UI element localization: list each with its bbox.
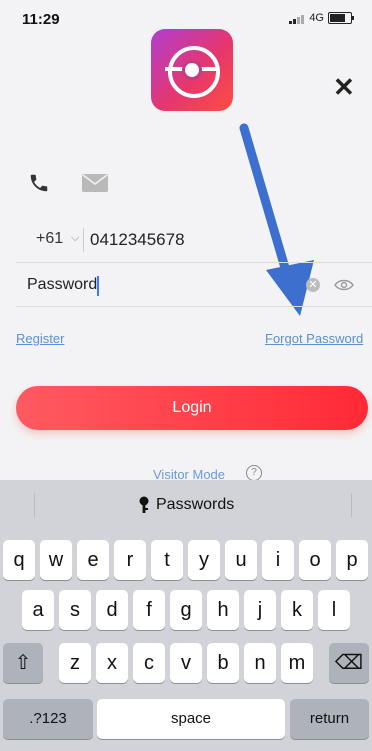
key-t[interactable]: t: [151, 540, 183, 580]
key-z[interactable]: z: [59, 643, 91, 683]
key-w[interactable]: w: [40, 540, 72, 580]
key-c[interactable]: c: [133, 643, 165, 683]
forgot-password-link[interactable]: Forgot Password: [265, 331, 363, 346]
key-d[interactable]: d: [96, 590, 128, 630]
register-link[interactable]: Register: [16, 331, 64, 346]
suggestion-label: Passwords: [156, 496, 235, 513]
annotation-arrow: [239, 123, 314, 316]
clear-icon[interactable]: ✕: [306, 278, 320, 292]
help-icon[interactable]: ?: [246, 465, 262, 481]
key-p[interactable]: p: [336, 540, 368, 580]
key-v[interactable]: v: [170, 643, 202, 683]
key-g[interactable]: g: [170, 590, 202, 630]
password-input[interactable]: Password: [27, 276, 97, 294]
status-indicators: 4G: [289, 12, 354, 24]
login-button[interactable]: Login: [16, 386, 368, 430]
shift-key[interactable]: ⇧: [3, 643, 43, 683]
key-s[interactable]: s: [59, 590, 91, 630]
divider: [16, 262, 372, 263]
key-k[interactable]: k: [281, 590, 313, 630]
key-y[interactable]: y: [188, 540, 220, 580]
text-cursor: [97, 276, 99, 296]
key-l[interactable]: l: [318, 590, 350, 630]
divider: [351, 493, 352, 517]
divider: [16, 306, 372, 307]
country-code-selector[interactable]: +61: [36, 230, 63, 248]
numbers-key[interactable]: .?123: [3, 699, 93, 739]
space-key[interactable]: space: [97, 699, 285, 739]
key-j[interactable]: j: [244, 590, 276, 630]
mail-icon[interactable]: [82, 174, 108, 192]
eye-icon[interactable]: [334, 279, 354, 291]
key-o[interactable]: o: [299, 540, 331, 580]
status-time: 11:29: [22, 11, 60, 28]
network-label: 4G: [309, 12, 324, 24]
key-n[interactable]: n: [244, 643, 276, 683]
key-h[interactable]: h: [207, 590, 239, 630]
phone-icon[interactable]: [28, 172, 50, 194]
divider: [83, 228, 84, 252]
passwords-suggestion[interactable]: Passwords: [138, 496, 234, 514]
key-m[interactable]: m: [281, 643, 313, 683]
app-logo: [151, 29, 233, 111]
key-q[interactable]: q: [3, 540, 35, 580]
key-e[interactable]: e: [77, 540, 109, 580]
signal-icon: [289, 12, 305, 24]
key-u[interactable]: u: [225, 540, 257, 580]
return-key[interactable]: return: [290, 699, 369, 739]
chevron-down-icon[interactable]: ⌵: [71, 232, 79, 245]
battery-icon: [328, 12, 354, 24]
key-icon: [139, 496, 149, 513]
key-r[interactable]: r: [114, 540, 146, 580]
key-a[interactable]: a: [22, 590, 54, 630]
backspace-key[interactable]: ⌫: [329, 643, 369, 683]
key-b[interactable]: b: [207, 643, 239, 683]
close-icon[interactable]: ✕: [333, 74, 355, 100]
divider: [34, 493, 35, 517]
key-f[interactable]: f: [133, 590, 165, 630]
key-x[interactable]: x: [96, 643, 128, 683]
key-i[interactable]: i: [262, 540, 294, 580]
phone-input[interactable]: 0412345678: [90, 230, 185, 250]
